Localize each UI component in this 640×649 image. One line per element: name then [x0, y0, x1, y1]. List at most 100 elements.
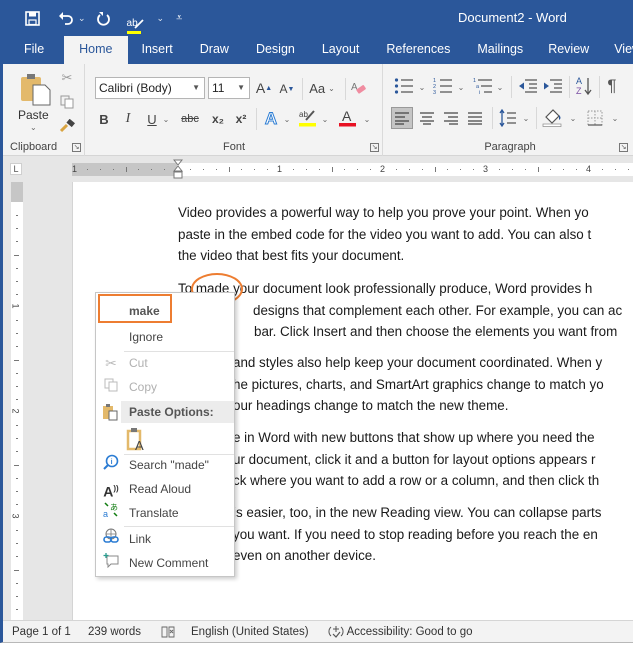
save-icon[interactable] [25, 10, 40, 26]
text-effects-dropdown-icon[interactable]: ⌄ [282, 108, 292, 130]
ruler-tick [16, 608, 18, 610]
shrink-font-icon[interactable]: A ▼ [279, 80, 295, 98]
menu-item-link[interactable]: Link [96, 527, 234, 551]
tab-selector-icon[interactable]: L [10, 163, 22, 175]
decrease-indent-icon[interactable] [517, 76, 539, 96]
ruler-half-tick [14, 359, 19, 361]
paragraph-launcher-icon[interactable]: ↘ [619, 143, 628, 152]
justify-button[interactable] [464, 107, 486, 129]
bullets-icon[interactable] [393, 76, 415, 96]
paste-button[interactable]: Paste ⌄ [15, 70, 55, 134]
tab-draw[interactable]: Draw [184, 36, 240, 64]
proofing-icon[interactable] [161, 621, 175, 642]
highlight-color-icon[interactable]: ab [298, 106, 318, 130]
highlight-dropdown-icon[interactable]: ⌄ [320, 108, 330, 130]
chevron-down-icon: ▼ [237, 83, 245, 92]
ruler-tick [344, 169, 346, 170]
tab-home[interactable]: Home [64, 36, 128, 64]
strikethrough-button[interactable]: abc [179, 108, 201, 130]
paste-dropdown-icon[interactable]: ⌄ [30, 123, 37, 132]
paste-keep-text-only-button[interactable]: A [126, 427, 150, 453]
align-left-button[interactable] [391, 107, 413, 129]
font-name-dropdown[interactable]: Calibri (Body) ▼ [95, 77, 205, 99]
font-group: Calibri (Body) ▼ 11 ▼ A ▲ A ▼ Aa ⌄ A B I U … [86, 64, 383, 156]
page-count[interactable]: Page 1 of 1 [12, 621, 71, 642]
menu-item-cut[interactable]: ✂ Cut [96, 351, 234, 375]
menu-item-new-comment-label: New Comment [129, 556, 209, 570]
horizontal-ruler[interactable]: L 1 1 2 3 4 [3, 157, 633, 182]
numbering-icon[interactable]: 123 [432, 76, 454, 96]
numbering-dropdown-icon[interactable]: ⌄ [456, 78, 466, 96]
svg-text:あ: あ [110, 503, 118, 512]
shading-icon[interactable] [541, 105, 565, 129]
increase-indent-icon[interactable] [542, 76, 564, 96]
read-aloud-icon: A)) [103, 483, 119, 500]
line-spacing-icon[interactable] [497, 107, 519, 129]
subscript-button[interactable]: x₂ [209, 108, 227, 130]
multilevel-dropdown-icon[interactable]: ⌄ [495, 78, 505, 96]
customize-qat-icon[interactable]: ⩡ [176, 8, 182, 28]
text-line: and styles also help keep your document … [233, 355, 603, 370]
menu-item-ignore[interactable]: Ignore [96, 325, 234, 349]
shading-dropdown-icon[interactable]: ⌄ [568, 109, 578, 127]
ruler-tick [16, 346, 18, 348]
menu-item-read-aloud[interactable]: A)) Read Aloud [96, 477, 234, 501]
borders-icon[interactable] [584, 107, 606, 129]
bold-button[interactable]: B [96, 108, 112, 130]
copy-icon[interactable] [59, 94, 75, 110]
tab-mailings[interactable]: Mailings [461, 36, 534, 64]
text-effects-icon[interactable]: A [262, 108, 280, 130]
sort-icon[interactable]: AZ [574, 74, 594, 98]
tab-review[interactable]: Review [534, 36, 600, 64]
grow-font-icon[interactable]: A ▲ [256, 78, 272, 98]
clear-formatting-icon[interactable]: A [350, 78, 368, 98]
font-color-icon[interactable]: A [338, 106, 358, 130]
multilevel-list-icon[interactable]: 1ai [472, 76, 494, 96]
underline-dropdown-icon[interactable]: ⌄ [161, 108, 171, 130]
undo-dropdown-icon[interactable]: ⌄ [78, 8, 86, 28]
ruler-tick [16, 582, 18, 584]
accessibility-checker[interactable]: Accessibility: Good to go [328, 621, 472, 642]
tab-view[interactable]: View [600, 36, 633, 64]
menu-item-search-label: Search "made" [129, 458, 209, 472]
borders-dropdown-icon[interactable]: ⌄ [610, 109, 620, 127]
underline-button[interactable]: U [144, 108, 160, 130]
clipboard-launcher-icon[interactable]: ↘ [72, 143, 81, 152]
menu-item-copy[interactable]: Copy [96, 375, 234, 399]
font-launcher-icon[interactable]: ↘ [370, 143, 379, 152]
redo-icon[interactable] [96, 11, 111, 26]
show-formatting-marks-icon[interactable]: ¶ [602, 76, 622, 96]
language-indicator[interactable]: English (United States) [191, 621, 309, 642]
ruler-tick [215, 169, 217, 170]
superscript-button[interactable]: x² [232, 108, 250, 130]
tab-design[interactable]: Design [240, 36, 306, 64]
font-color-dropdown-icon[interactable]: ⌄ [362, 108, 372, 130]
tab-file[interactable]: File [3, 36, 64, 64]
word-count[interactable]: 239 words [88, 621, 141, 642]
tab-layout[interactable]: Layout [306, 36, 371, 64]
text-line: ur document, click it and a button for l… [233, 451, 596, 467]
menu-item-search[interactable]: i Search "made" [96, 453, 234, 477]
spelling-dropdown-icon[interactable]: ⌄ [157, 8, 165, 28]
align-right-button[interactable] [440, 107, 462, 129]
tab-insert[interactable]: Insert [128, 36, 184, 64]
text-line: paste in the embed code for the video yo… [178, 226, 592, 242]
ruler-tick [112, 169, 114, 170]
divider [256, 108, 257, 130]
indent-marker-icon[interactable] [173, 159, 183, 182]
align-center-button[interactable] [416, 107, 438, 129]
undo-icon[interactable] [58, 11, 74, 26]
font-size-dropdown[interactable]: 11 ▼ [208, 77, 250, 99]
italic-button[interactable]: I [120, 108, 136, 130]
menu-item-translate[interactable]: aあ Translate [96, 501, 234, 525]
change-case-icon[interactable]: Aa ⌄ [309, 78, 335, 98]
menu-item-new-comment[interactable]: New Comment [96, 551, 234, 575]
bullets-dropdown-icon[interactable]: ⌄ [417, 78, 427, 96]
vertical-ruler[interactable]: 1 2 3 [11, 182, 23, 620]
divider [492, 107, 493, 129]
cut-icon[interactable]: ✂ [59, 70, 75, 86]
ruler-tick [86, 169, 88, 170]
format-painter-icon[interactable] [59, 118, 75, 134]
tab-references[interactable]: References [370, 36, 461, 64]
line-spacing-dropdown-icon[interactable]: ⌄ [521, 109, 531, 127]
